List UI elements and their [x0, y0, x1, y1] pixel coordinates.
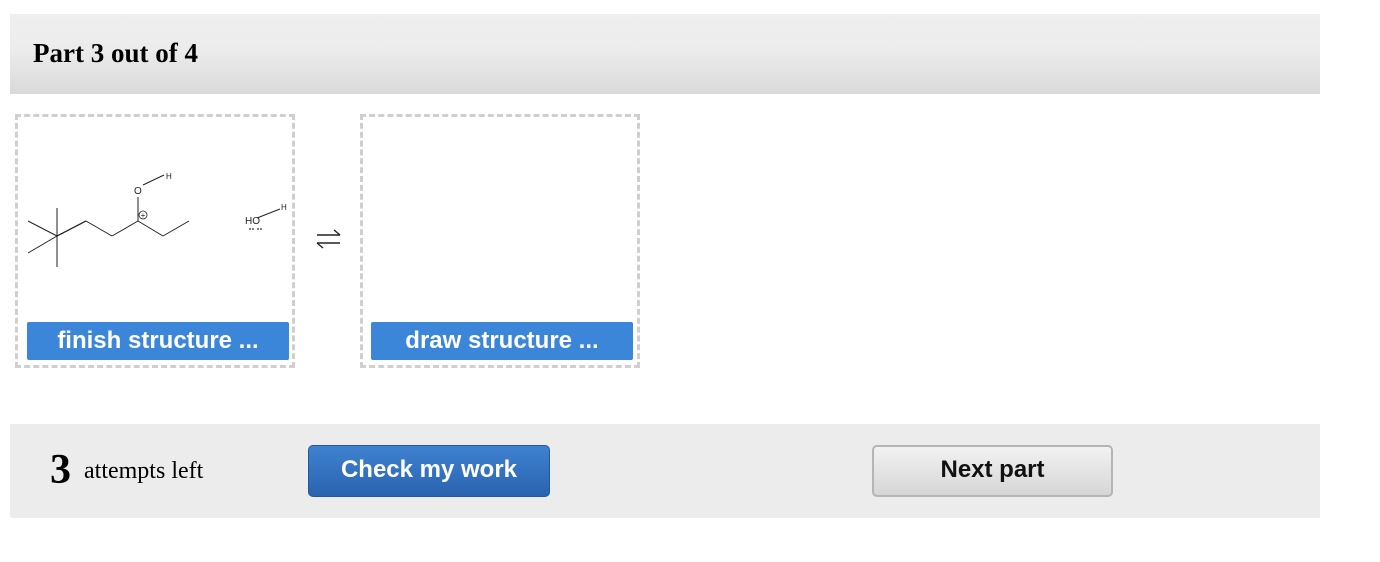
attempts-label: attempts left — [84, 458, 204, 484]
hydrogen-atom-label: H — [166, 172, 172, 181]
reactant-molecule-drawing: O H + HO H — [27, 172, 287, 267]
part-header: Part 3 out of 4 — [10, 14, 1320, 94]
lone-pair-dot — [249, 228, 251, 230]
lone-pair-dot — [260, 228, 262, 230]
check-my-work-button[interactable]: Check my work — [308, 445, 550, 497]
charge-sign: + — [141, 211, 146, 220]
footer-bar: 3 attempts left Check my work Next part — [10, 424, 1320, 518]
finish-structure-button[interactable]: finish structure ... — [27, 322, 289, 360]
product-structure-box[interactable]: draw structure ... — [360, 114, 640, 368]
draw-structure-button[interactable]: draw structure ... — [371, 322, 633, 360]
attempts-count: 3 — [50, 447, 71, 493]
lone-pair-dot — [257, 228, 259, 230]
hydroxide-hydrogen-label: H — [281, 203, 287, 212]
equilibrium-arrows-icon — [316, 229, 341, 249]
hydroxide-label: HO — [245, 216, 260, 227]
part-title: Part 3 out of 4 — [33, 38, 198, 68]
oxygen-atom-label: O — [134, 186, 142, 197]
lone-pair-dot — [252, 228, 254, 230]
next-part-button[interactable]: Next part — [872, 445, 1113, 497]
reactant-structure-box[interactable]: O H + HO H finish structure ... — [15, 114, 295, 368]
